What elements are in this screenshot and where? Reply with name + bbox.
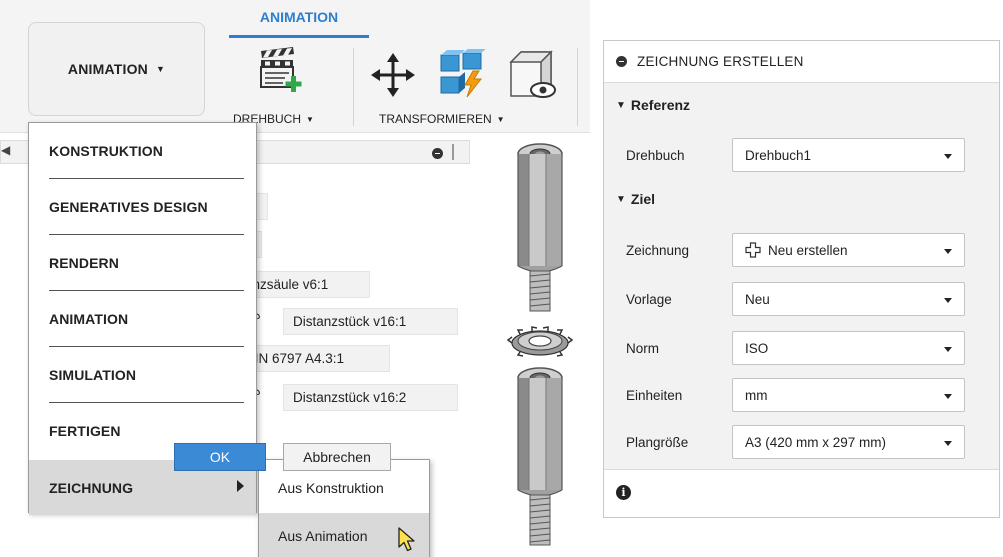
move-icon[interactable] xyxy=(370,52,416,103)
dialog-footer: i xyxy=(604,469,999,517)
template-field-label: Vorlage xyxy=(626,292,672,307)
cancel-button[interactable]: Abbrechen xyxy=(283,443,391,471)
ok-button[interactable]: OK xyxy=(174,443,266,471)
toolbar-divider xyxy=(577,48,578,126)
menu-item-konstruktion[interactable]: KONSTRUKTION xyxy=(29,123,256,178)
view-icon[interactable] xyxy=(507,50,557,105)
units-select[interactable]: mm xyxy=(732,378,965,412)
tab-animation[interactable]: ANIMATION xyxy=(229,9,369,25)
menu-item-generatives-design[interactable]: GENERATIVES DESIGN xyxy=(29,179,256,234)
dialog-title: ZEICHNUNG ERSTELLEN xyxy=(637,54,804,69)
workspace-switcher-label: ANIMATION xyxy=(67,61,148,77)
browser-tree-item[interactable]: Distanzstück v16:1 xyxy=(283,308,458,335)
minimize-icon[interactable] xyxy=(432,148,443,159)
model-viewport-standoff-assembly[interactable] xyxy=(502,138,592,557)
storyboard-select[interactable]: Drehbuch1 xyxy=(732,138,965,172)
chevron-down-icon xyxy=(944,154,952,159)
create-drawing-dialog: ZEICHNUNG ERSTELLEN ▼ Referenz Drehbuch … xyxy=(603,40,1000,518)
storyboard-icon[interactable] xyxy=(257,47,303,98)
standard-field-label: Norm xyxy=(626,341,659,356)
menu-item-animation[interactable]: ANIMATION xyxy=(29,291,256,346)
triangle-down-icon: ▼ xyxy=(616,99,626,111)
minimize-icon[interactable] xyxy=(616,56,627,67)
plus-icon xyxy=(745,242,761,258)
transform-label: TRANSFORMIEREN xyxy=(379,112,492,126)
menu-item-rendern[interactable]: RENDERN xyxy=(29,235,256,290)
chevron-down-icon xyxy=(944,441,952,446)
chevron-down-icon: ▼ xyxy=(306,114,314,124)
browser-tree-item[interactable]: Distanzstück v16:2 xyxy=(283,384,458,411)
drawing-field-label: Zeichnung xyxy=(626,243,690,258)
menu-item-simulation[interactable]: SIMULATION xyxy=(29,347,256,402)
mouse-pointer-icon xyxy=(397,527,419,557)
chevron-down-icon: ▼ xyxy=(155,64,166,74)
workspace-switcher-button[interactable]: ANIMATION ▼ xyxy=(28,22,205,116)
chevron-down-icon: ▼ xyxy=(496,114,505,124)
active-tab-indicator xyxy=(229,35,369,38)
section-target[interactable]: ▼ Ziel xyxy=(616,191,655,207)
auto-explode-icon[interactable] xyxy=(437,48,487,104)
sheet-size-field-label: Plangröße xyxy=(626,435,689,450)
info-icon[interactable]: i xyxy=(616,485,631,500)
template-select[interactable]: Neu xyxy=(732,282,965,316)
panel-resize-handle[interactable] xyxy=(452,144,454,160)
browser-tree-item[interactable]: anzsäule v6:1 xyxy=(240,271,370,298)
dialog-header[interactable]: ZEICHNUNG ERSTELLEN xyxy=(604,41,999,83)
chevron-down-icon xyxy=(944,298,952,303)
chevron-right-icon xyxy=(237,480,244,492)
browser-tree-item[interactable]: DIN 6797 A4.3:1 xyxy=(240,345,390,372)
transform-dropdown[interactable]: TRANSFORMIEREN ▼ xyxy=(379,112,505,126)
sheet-size-select[interactable]: A3 (420 mm x 297 mm) xyxy=(732,425,965,459)
collapse-left-icon[interactable]: ◀ xyxy=(1,143,10,157)
drawing-select[interactable]: Neu erstellen xyxy=(732,233,965,267)
chevron-down-icon xyxy=(944,347,952,352)
triangle-down-icon: ▼ xyxy=(616,193,626,205)
chevron-down-icon xyxy=(944,394,952,399)
toolbar-divider xyxy=(353,48,354,126)
section-reference[interactable]: ▼ Referenz xyxy=(616,97,690,113)
chevron-down-icon xyxy=(944,249,952,254)
standard-select[interactable]: ISO xyxy=(732,331,965,365)
units-field-label: Einheiten xyxy=(626,388,683,403)
storyboard-field-label: Drehbuch xyxy=(626,148,685,163)
